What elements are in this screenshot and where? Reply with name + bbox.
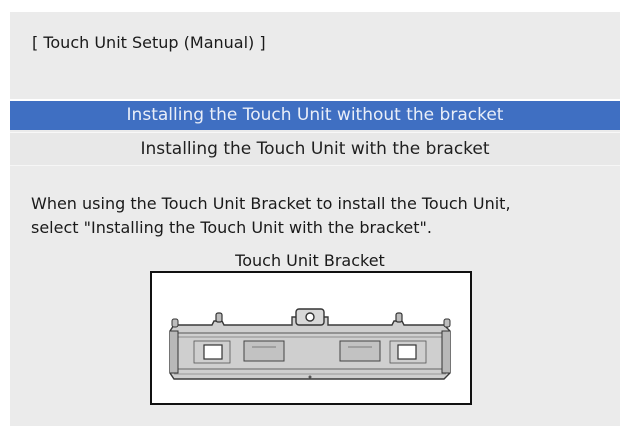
option-install-with-bracket[interactable]: Installing the Touch Unit with the brack… [10, 132, 620, 166]
screen-title: [ Touch Unit Setup (Manual) ] [32, 33, 266, 52]
description-line-1: When using the Touch Unit Bracket to ins… [31, 194, 511, 213]
option-install-without-bracket[interactable]: Installing the Touch Unit without the br… [10, 99, 620, 130]
touch-unit-bracket-figure [150, 271, 472, 405]
touch-unit-bracket-illustration [169, 308, 451, 380]
description-text: When using the Touch Unit Bracket to ins… [31, 192, 511, 240]
description-line-2: select "Installing the Touch Unit with t… [31, 218, 432, 237]
figure-caption: Touch Unit Bracket [235, 251, 385, 270]
